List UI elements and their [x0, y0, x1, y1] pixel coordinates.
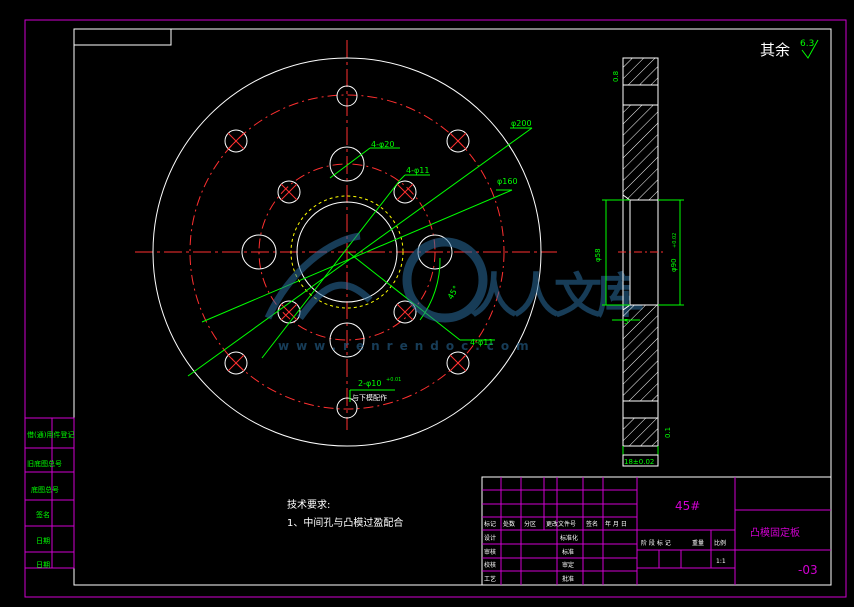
dim-phi58: φ58: [594, 248, 602, 262]
tb-scale-label: 比例: [714, 539, 726, 547]
tech-heading: 技术要求:: [287, 498, 330, 511]
tb-scale: 1:1: [716, 558, 726, 565]
strip-label-3: 底图总号: [31, 485, 59, 494]
strip-label-4: 签名: [36, 510, 50, 519]
drawing-number: -03: [798, 563, 818, 577]
tb-role-review: 审核: [484, 548, 496, 556]
dim-phi160: φ160: [497, 177, 518, 186]
dim-2-phi10: 2-φ10: [358, 379, 381, 388]
tb-weight: 重量: [692, 539, 704, 547]
dim-phi90: φ90: [670, 258, 678, 272]
tb-stage: 阶 段 标 记: [641, 539, 671, 547]
tb-row-label-2: 处数: [503, 520, 515, 528]
dim-2-phi10-tol: +0.01: [386, 377, 401, 383]
roughness-label: 其余: [760, 41, 790, 59]
strip-label-5: 日期: [36, 537, 50, 545]
tb-role-ratify: 批准: [562, 575, 574, 583]
dim-angle: 45°: [446, 284, 461, 301]
part-name: 凸模固定板: [750, 526, 800, 539]
watermark-url: www.renrendoc.com: [278, 339, 536, 353]
watermark-logo: 人人文库: [470, 268, 643, 324]
material: 45#: [675, 499, 700, 513]
dim-phi90-tol: +0.02: [672, 233, 678, 248]
tb-role-check: 校核: [484, 561, 496, 569]
dim-4-phi20: 4-φ20: [371, 140, 394, 149]
tb-role-process: 工艺: [484, 575, 496, 583]
tb-row-label-6: 年 月 日: [605, 520, 627, 528]
top-left-box: [73, 28, 172, 46]
roughness-value: 6.3: [800, 39, 814, 49]
slot-note: 与下模配作: [352, 393, 387, 402]
tb-row-label-5: 签名: [586, 520, 598, 528]
side-view: φ58 φ90 +0.02 5 0.8 0.1 18±0.02: [594, 57, 684, 467]
dim-side-top: 0.8: [612, 71, 620, 82]
tb-row-label-1: 标记: [484, 520, 496, 528]
tb-row-label-4: 更改文件号: [546, 520, 576, 528]
tb-role-std: 标准化: [560, 534, 578, 542]
dim-thickness: 18±0.02: [624, 458, 654, 466]
tb-role-standard: 标准: [562, 548, 574, 556]
tb-row-label-3: 分区: [524, 520, 536, 528]
dim-side-bottom: 0.1: [664, 427, 672, 438]
outer-frame: [24, 19, 847, 598]
inner-frame: [73, 28, 832, 586]
tech-item-1: 1、中间孔与凸模过盈配合: [287, 516, 403, 529]
dim-4-phi11-a: 4-φ11: [406, 166, 429, 175]
tb-role-approve: 审定: [562, 561, 574, 569]
strip-label-1: 借(通)用件登记: [27, 430, 74, 439]
strip-label-2: 旧底图总号: [27, 459, 62, 468]
cad-drawing: 借(通)用件登记 旧底图总号 底图总号 签名 日期 日期 φ200 φ160 4…: [24, 19, 847, 598]
dim-depth-5: 5: [624, 318, 628, 326]
strip-label-6: 日期: [36, 561, 50, 569]
dim-phi200: φ200: [511, 119, 532, 128]
tb-role-design: 设计: [484, 534, 496, 542]
